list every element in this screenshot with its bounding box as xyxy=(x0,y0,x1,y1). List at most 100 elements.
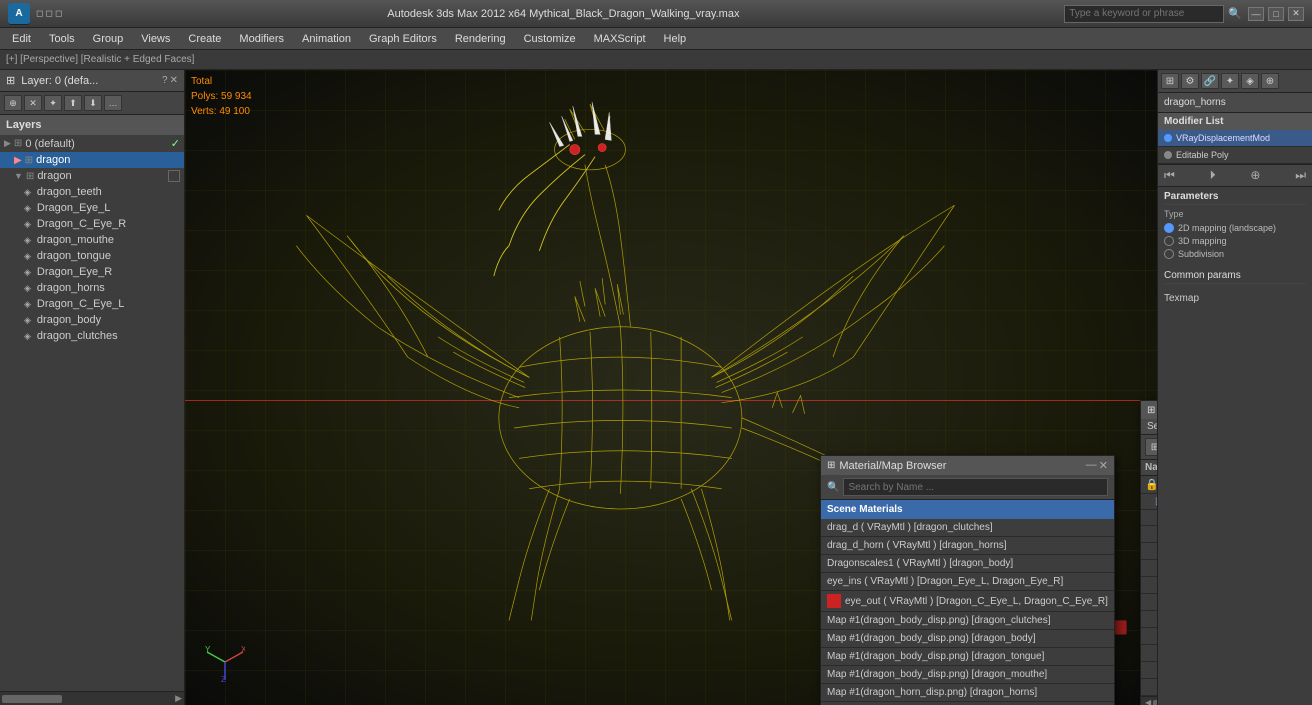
menu-group[interactable]: Group xyxy=(85,31,132,47)
list-item[interactable]: ◈ dragon_horns xyxy=(0,280,184,296)
menu-help[interactable]: Help xyxy=(656,31,695,47)
search-icon[interactable]: 🔍 xyxy=(1228,7,1242,20)
mat-item[interactable]: Map #1(dragon_body_disp.png) [dragon_bod… xyxy=(821,630,1114,648)
list-item[interactable]: ◈ dragon_body xyxy=(0,312,184,328)
layer-item-dragon-group[interactable]: ▼ ⊞ dragon xyxy=(0,168,184,184)
layer-item[interactable]: ▶ ⊞ 0 (default) ✓ xyxy=(0,135,184,152)
titlebar-icon[interactable]: ◻ xyxy=(55,8,62,19)
mat-name: Map #1(dragon_body_disp.png) [dragon_clu… xyxy=(827,615,1051,626)
menu-graph-editors[interactable]: Graph Editors xyxy=(361,31,445,47)
menu-animation[interactable]: Animation xyxy=(294,31,359,47)
asset-row[interactable]: m dragon_horn_norm.png Found xyxy=(1141,679,1157,696)
asset-horizontal-scrollbar[interactable]: ◀ ▶ xyxy=(1141,696,1157,705)
list-item[interactable]: ◈ Dragon_Eye_L xyxy=(0,200,184,216)
rp-tool-4[interactable]: ◈ xyxy=(1241,73,1259,89)
layer-icon: ◈ xyxy=(24,219,31,230)
mat-name: Map #1(dragon_horn_disp.png) [dragon_hor… xyxy=(827,687,1037,698)
menu-rendering[interactable]: Rendering xyxy=(447,31,514,47)
mat-item[interactable]: eye_out ( VRayMtl ) [Dragon_C_Eye_L, Dra… xyxy=(821,591,1114,612)
menu-tools[interactable]: Tools xyxy=(41,31,83,47)
nav-play-btn[interactable]: ⏵ xyxy=(1210,168,1216,183)
titlebar-icon[interactable]: ◻ xyxy=(36,8,43,19)
asset-menu-server[interactable]: Server xyxy=(1147,421,1157,432)
titlebar-icon[interactable]: ◻ xyxy=(45,8,52,19)
mat-name: drag_d_horn ( VRayMtl ) [dragon_horns] xyxy=(827,540,1007,551)
list-item[interactable]: ◈ dragon_teeth xyxy=(0,184,184,200)
layers-close-button[interactable]: ✕ xyxy=(170,75,178,86)
search-input[interactable] xyxy=(1064,5,1224,23)
viewport-label: [+] [Perspective] [Realistic + Edged Fac… xyxy=(6,54,194,65)
menu-maxscript[interactable]: MAXScript xyxy=(586,31,654,47)
list-item[interactable]: ◈ dragon_tongue xyxy=(0,248,184,264)
axis-indicator: X Y Z xyxy=(205,642,245,685)
viewport[interactable]: Total Polys: 59 934 Verts: 49 100 X Y Z … xyxy=(185,70,1157,705)
rp-tool-2[interactable]: 🔗 xyxy=(1201,73,1219,89)
rp-tool-1[interactable]: ⚙ xyxy=(1181,73,1199,89)
layers-toolbar-btn-4[interactable]: ⬇ xyxy=(84,95,102,111)
layers-toolbar-btn-3[interactable]: ⬆ xyxy=(64,95,82,111)
radio-2d-icon[interactable] xyxy=(1164,223,1174,233)
mat-item[interactable]: eye_ins ( VRayMtl ) [Dragon_Eye_L, Drago… xyxy=(821,573,1114,591)
close-button[interactable]: ✕ xyxy=(1288,7,1304,21)
menu-modifiers[interactable]: Modifiers xyxy=(231,31,292,47)
asset-row[interactable]: m dragon_Eye.png Found xyxy=(1141,628,1157,645)
asset-row[interactable]: m dragon_body_disp.png Found xyxy=(1141,560,1157,577)
modifier-item-vray[interactable]: VRayDisplacementMod xyxy=(1158,130,1312,147)
list-item[interactable]: ◈ Dragon_Eye_R xyxy=(0,264,184,280)
nav-add-btn[interactable]: ⊕ xyxy=(1250,168,1260,183)
asset-row[interactable]: ▣ Mythical_Black_Dragon_Walking_vray.max… xyxy=(1141,494,1157,510)
modifier-item-epoly[interactable]: Editable Poly xyxy=(1158,147,1312,164)
param-subdiv-label: Subdivision xyxy=(1178,249,1224,259)
asset-row[interactable]: m dragon_body_bump.png Found xyxy=(1141,543,1157,560)
layer-name: dragon_clutches xyxy=(37,330,118,342)
minimize-button[interactable]: — xyxy=(1248,7,1264,21)
mat-search-input[interactable] xyxy=(843,478,1108,496)
asset-row[interactable]: 🔒 Autodesk Vault 2012 Logged Out xyxy=(1141,476,1157,494)
maximize-button[interactable]: □ xyxy=(1268,7,1284,21)
menu-customize[interactable]: Customize xyxy=(516,31,584,47)
asset-row[interactable]: 📁 Maps / Shaders xyxy=(1141,510,1157,526)
asset-row[interactable]: m dragon_horn.png Found xyxy=(1141,645,1157,662)
layers-help-button[interactable]: ? xyxy=(162,75,168,86)
window-title: Autodesk 3ds Max 2012 x64 Mythical_Black… xyxy=(62,8,1064,20)
mat-item[interactable]: Dragonscales1 ( VRayMtl ) [dragon_body] xyxy=(821,555,1114,573)
asset-row[interactable]: m dragon_horn_disp.png Found xyxy=(1141,662,1157,679)
nav-last-btn[interactable]: ⏭ xyxy=(1295,168,1306,183)
mat-item[interactable]: Map #1(dragon_body_disp.png) [dragon_clu… xyxy=(821,612,1114,630)
asset-row[interactable]: m dragon_body_refl.png Found xyxy=(1141,594,1157,611)
asset-row[interactable]: m dragon_body_refr.png Found xyxy=(1141,611,1157,628)
mat-item[interactable]: drag_d_horn ( VRayMtl ) [dragon_horns] xyxy=(821,537,1114,555)
rp-tool-5[interactable]: ⊕ xyxy=(1261,73,1279,89)
menu-views[interactable]: Views xyxy=(133,31,178,47)
asset-row[interactable]: m dragon_body_norm.png Found xyxy=(1141,577,1157,594)
radio-subdiv-icon[interactable] xyxy=(1164,249,1174,259)
layers-scrollbar[interactable]: ▶ xyxy=(0,691,184,705)
layers-toolbar-btn-1[interactable]: ✕ xyxy=(24,95,42,111)
asset-row[interactable]: m dragon_body.png Found xyxy=(1141,526,1157,543)
rp-tool-3[interactable]: ✦ xyxy=(1221,73,1239,89)
list-item[interactable]: ◈ Dragon_C_Eye_R xyxy=(0,216,184,232)
layers-toolbar-btn-5[interactable]: … xyxy=(104,95,122,111)
asset-toolbar-btn-0[interactable]: ⊞ xyxy=(1145,438,1157,456)
list-item[interactable]: ◈ Dragon_C_Eye_L xyxy=(0,296,184,312)
layers-toolbar-btn-2[interactable]: ✦ xyxy=(44,95,62,111)
mat-item[interactable]: drag_d ( VRayMtl ) [dragon_clutches] xyxy=(821,519,1114,537)
menu-create[interactable]: Create xyxy=(180,31,229,47)
mat-item[interactable]: Map #1(dragon_body_disp.png) [dragon_mou… xyxy=(821,666,1114,684)
layers-toolbar-btn-0[interactable]: ⊕ xyxy=(4,95,22,111)
mat-minimize-button[interactable]: — xyxy=(1086,459,1097,472)
scroll-left-icon[interactable]: ◀ xyxy=(1145,698,1151,705)
rp-tool-0[interactable]: ⊞ xyxy=(1161,73,1179,89)
mat-item[interactable]: Map #1(dragon_horn_disp.png) [dragon_hor… xyxy=(821,684,1114,702)
layer-item-dragon-selected[interactable]: ▶ ⊞ dragon xyxy=(0,152,184,168)
nav-first-btn[interactable]: ⏮ xyxy=(1164,168,1175,183)
radio-3d-icon[interactable] xyxy=(1164,236,1174,246)
layer-name: dragon xyxy=(36,154,70,166)
mat-browser-icon: ⊞ xyxy=(827,460,835,471)
modifier-dot-icon xyxy=(1164,134,1172,142)
mat-close-button[interactable]: ✕ xyxy=(1099,459,1108,472)
mat-item[interactable]: Map #1(dragon_body_disp.png) [dragon_ton… xyxy=(821,648,1114,666)
list-item[interactable]: ◈ dragon_clutches xyxy=(0,328,184,344)
menu-edit[interactable]: Edit xyxy=(4,31,39,47)
list-item[interactable]: ◈ dragon_mouthe xyxy=(0,232,184,248)
